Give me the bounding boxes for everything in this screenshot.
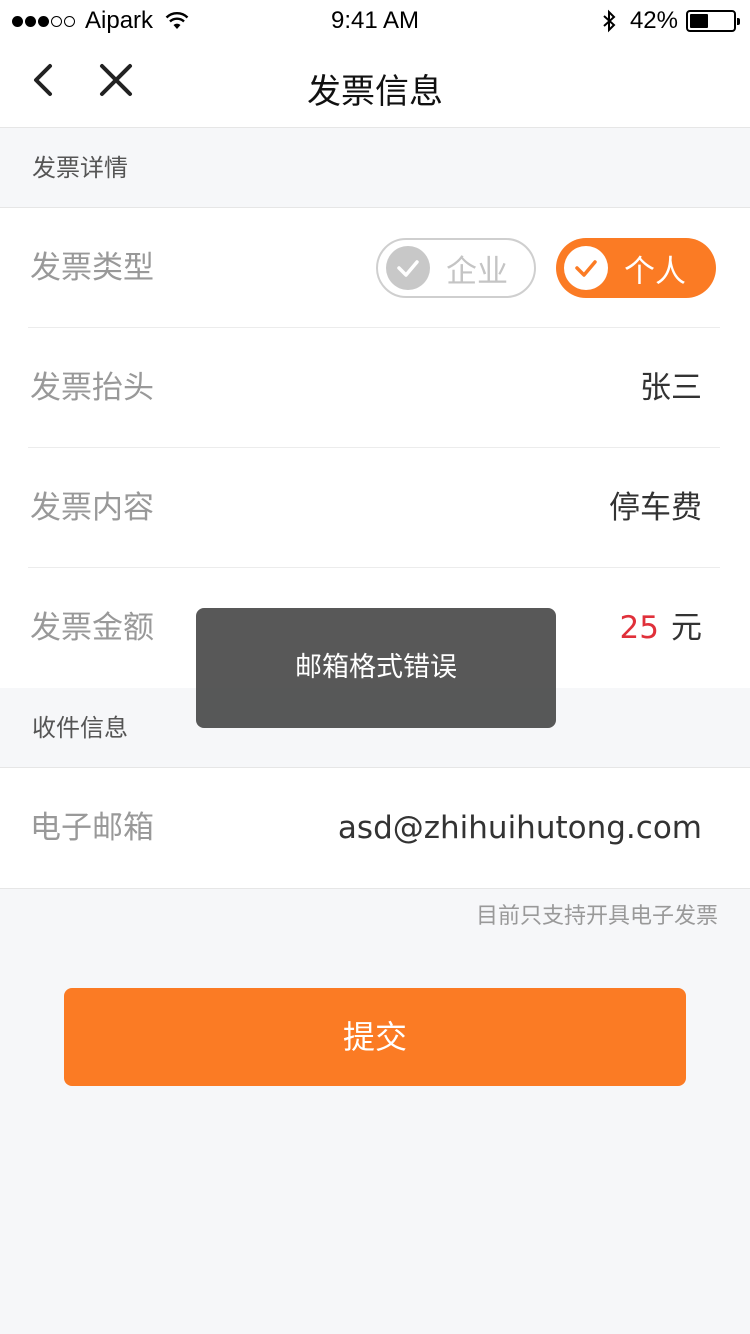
invoice-type-personal-label: 个人 xyxy=(624,253,686,290)
delivery-info-list: 电子邮箱 asd@zhihuihutong.com xyxy=(0,768,750,889)
submit-button[interactable]: 提交 xyxy=(64,988,686,1086)
email-field[interactable]: asd@zhihuihutong.com xyxy=(338,768,702,888)
invoice-type-row: 发票类型 企业 个人 xyxy=(28,208,720,328)
email-label: 电子邮箱 xyxy=(30,810,154,846)
invoice-type-company-label: 企业 xyxy=(446,253,508,290)
battery-percentage: 42% xyxy=(629,7,678,34)
bluetooth-icon xyxy=(603,9,616,33)
electronic-invoice-hint: 目前只支持开具电子发票 xyxy=(475,904,718,929)
invoice-type-personal-option[interactable]: 个人 xyxy=(556,238,716,298)
check-icon xyxy=(386,246,430,290)
invoice-content-row: 发票内容 停车费 xyxy=(28,448,720,568)
invoice-amount-value: 25 元 xyxy=(620,568,702,688)
amount-unit: 元 xyxy=(671,610,702,646)
battery-icon xyxy=(686,10,740,32)
invoice-content-value: 停车费 xyxy=(609,490,702,526)
section-header-invoice-details: 发票详情 xyxy=(0,128,750,208)
check-icon xyxy=(564,246,608,290)
invoice-title-value: 张三 xyxy=(640,370,702,406)
invoice-title-row[interactable]: 发票抬头 张三 xyxy=(28,328,720,448)
amount-number: 25 xyxy=(619,610,659,646)
invoice-content-label: 发票内容 xyxy=(30,490,154,526)
invoice-type-company-option[interactable]: 企业 xyxy=(376,238,536,298)
navigation-bar: 发票信息 xyxy=(0,40,750,128)
email-row[interactable]: 电子邮箱 asd@zhihuihutong.com xyxy=(28,768,720,888)
error-toast: 邮箱格式错误 xyxy=(196,608,556,728)
invoice-title-label: 发票抬头 xyxy=(30,370,154,406)
invoice-type-label: 发票类型 xyxy=(30,250,154,286)
page-title: 发票信息 xyxy=(307,72,443,112)
invoice-amount-label: 发票金额 xyxy=(30,610,154,646)
status-bar: Aipark 9:41 AM 42% xyxy=(0,0,750,40)
